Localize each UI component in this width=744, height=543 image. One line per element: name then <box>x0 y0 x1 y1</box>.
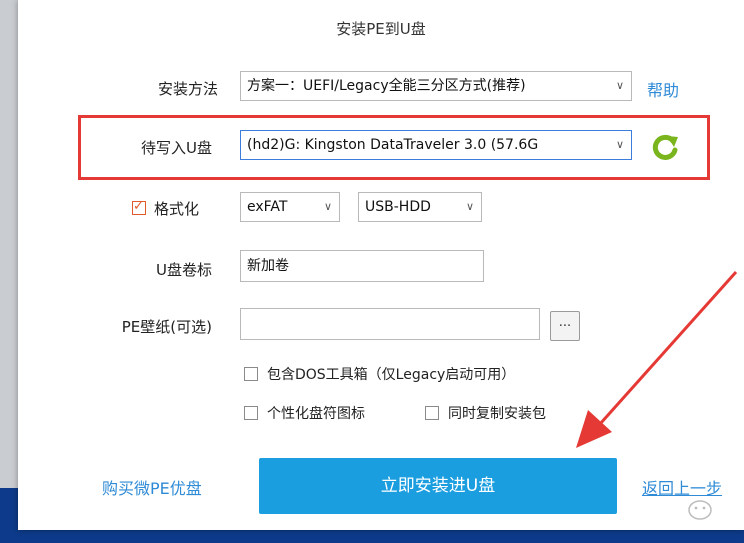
install-button[interactable]: 立即安装进U盘 <box>259 458 617 514</box>
dialog-title: 安装PE到U盘 <box>336 20 426 38</box>
filesystem-select[interactable]: exFAT ∨ <box>240 192 340 222</box>
chevron-down-icon: ∨ <box>615 79 624 92</box>
install-method-label: 安装方法 <box>157 80 218 98</box>
personalize-icon-label: 个性化盘符图标 <box>267 406 365 422</box>
target-disk-label: 待写入U盘 <box>141 139 212 157</box>
filesystem-value: exFAT <box>247 199 288 215</box>
install-pe-dialog: 安装PE到U盘 安装方法 方案一：UEFI/Legacy全能三分区方式(推荐) … <box>18 0 744 530</box>
volume-label-input[interactable]: 新加卷 <box>240 250 484 282</box>
wechat-watermark-icon <box>688 500 712 520</box>
wallpaper-input[interactable] <box>240 308 540 340</box>
install-method-value: 方案一：UEFI/Legacy全能三分区方式(推荐) <box>247 78 526 94</box>
boot-mode-value: USB-HDD <box>365 199 431 215</box>
volume-label-label: U盘卷标 <box>156 261 212 279</box>
target-disk-value: (hd2)G: Kingston DataTraveler 3.0 (57.6G <box>247 137 539 153</box>
chevron-down-icon: ∨ <box>465 200 474 213</box>
target-disk-select[interactable]: (hd2)G: Kingston DataTraveler 3.0 (57.6G… <box>240 130 632 160</box>
wallpaper-label: PE壁纸(可选) <box>121 318 212 336</box>
chevron-down-icon: ∨ <box>323 200 332 213</box>
install-method-select[interactable]: 方案一：UEFI/Legacy全能三分区方式(推荐) ∨ <box>240 71 632 101</box>
buy-usb-link[interactable]: 购买微PE优盘 <box>102 475 202 499</box>
personalize-icon-checkbox[interactable] <box>244 406 258 420</box>
help-link[interactable]: 帮助 <box>647 77 679 101</box>
copy-installer-label: 同时复制安装包 <box>448 406 546 422</box>
boot-mode-select[interactable]: USB-HDD ∨ <box>358 192 482 222</box>
format-label: 格式化 <box>154 200 200 218</box>
refresh-icon[interactable] <box>649 131 681 163</box>
include-dos-label: 包含DOS工具箱（仅Legacy启动可用） <box>267 367 516 383</box>
include-dos-checkbox[interactable] <box>244 367 258 381</box>
browse-button[interactable]: ... <box>550 311 580 341</box>
copy-installer-checkbox[interactable] <box>425 406 439 420</box>
chevron-down-icon: ∨ <box>615 138 624 151</box>
format-checkbox[interactable] <box>132 199 146 215</box>
